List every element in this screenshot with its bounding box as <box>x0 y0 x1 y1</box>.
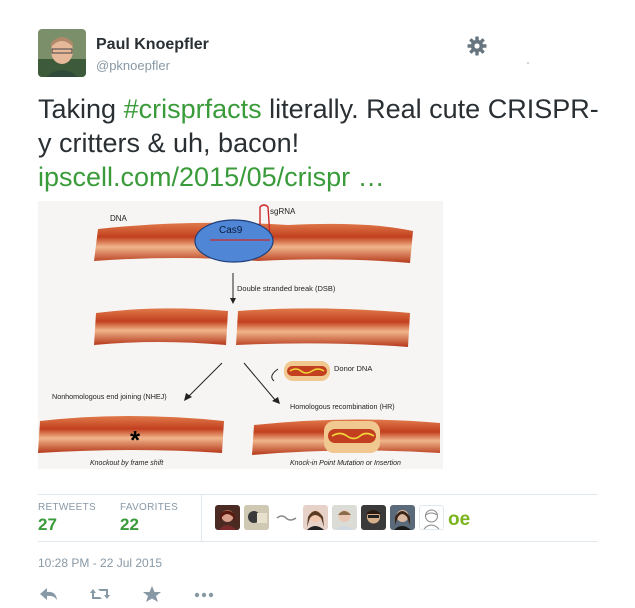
donor-dna-hotdog <box>284 361 330 381</box>
label-dna: DNA <box>110 214 128 223</box>
author-handle[interactable]: @pknoepfler <box>96 58 170 73</box>
favoriter-avatar[interactable] <box>390 505 415 530</box>
retweet-icon[interactable] <box>89 585 111 603</box>
separator-dot <box>527 62 529 64</box>
label-knockin: Knock-in Point Mutation or Insertion <box>290 460 401 467</box>
author-name[interactable]: Paul Knoepfler <box>96 36 209 54</box>
tweet-text-part1: Taking <box>38 94 124 124</box>
label-cas9: Cas9 <box>219 225 243 236</box>
stats-divider-bottom <box>38 541 598 542</box>
tweet-timestamp[interactable]: 10:28 PM - 22 Jul 2015 <box>38 556 162 570</box>
stats-divider-top <box>38 494 598 495</box>
gear-icon[interactable] <box>466 35 488 57</box>
tweet-text: Taking #crisprfacts literally. Real cute… <box>38 92 608 194</box>
stats-vertical-divider <box>201 494 202 541</box>
label-nhej: Nonhomologous end joining (NHEJ) <box>52 392 167 401</box>
retweets-label: RETWEETS <box>38 502 96 513</box>
favoriter-avatar[interactable] <box>215 505 240 530</box>
label-dsb: Double stranded break (DSB) <box>237 284 336 293</box>
favoriter-avatar[interactable]: oe <box>447 505 472 530</box>
favoriter-avatar[interactable] <box>303 505 328 530</box>
star-icon[interactable] <box>142 585 164 603</box>
favoriter-avatar[interactable] <box>361 505 386 530</box>
favoriter-avatar-oe-text: oe <box>448 509 470 530</box>
reply-icon[interactable] <box>38 585 60 603</box>
label-donor: Donor DNA <box>334 364 372 373</box>
more-dots-icon[interactable] <box>193 585 215 603</box>
retweets-count[interactable]: 27 <box>38 515 57 535</box>
hashtag-link[interactable]: #crisprfacts <box>124 94 262 124</box>
user-avatar[interactable] <box>38 29 86 77</box>
label-hr: Homologous recombination (HR) <box>290 402 395 411</box>
tweet-media-image[interactable]: DNA sgRNA Cas9 Double stranded break (DS… <box>38 201 443 469</box>
favoriter-avatar[interactable] <box>332 505 357 530</box>
favoriter-avatar[interactable] <box>419 505 444 530</box>
favoriter-avatar[interactable] <box>244 505 269 530</box>
label-sgrna: sgRNA <box>270 207 296 216</box>
favorites-count[interactable]: 22 <box>120 515 139 535</box>
label-star: * <box>130 425 141 455</box>
label-knockout: Knockout by frame shift <box>90 460 164 467</box>
url-link[interactable]: ipscell.com/2015/05/crispr … <box>38 162 385 192</box>
favorites-label: FAVORITES <box>120 502 179 513</box>
favoriter-avatar[interactable] <box>274 505 299 530</box>
